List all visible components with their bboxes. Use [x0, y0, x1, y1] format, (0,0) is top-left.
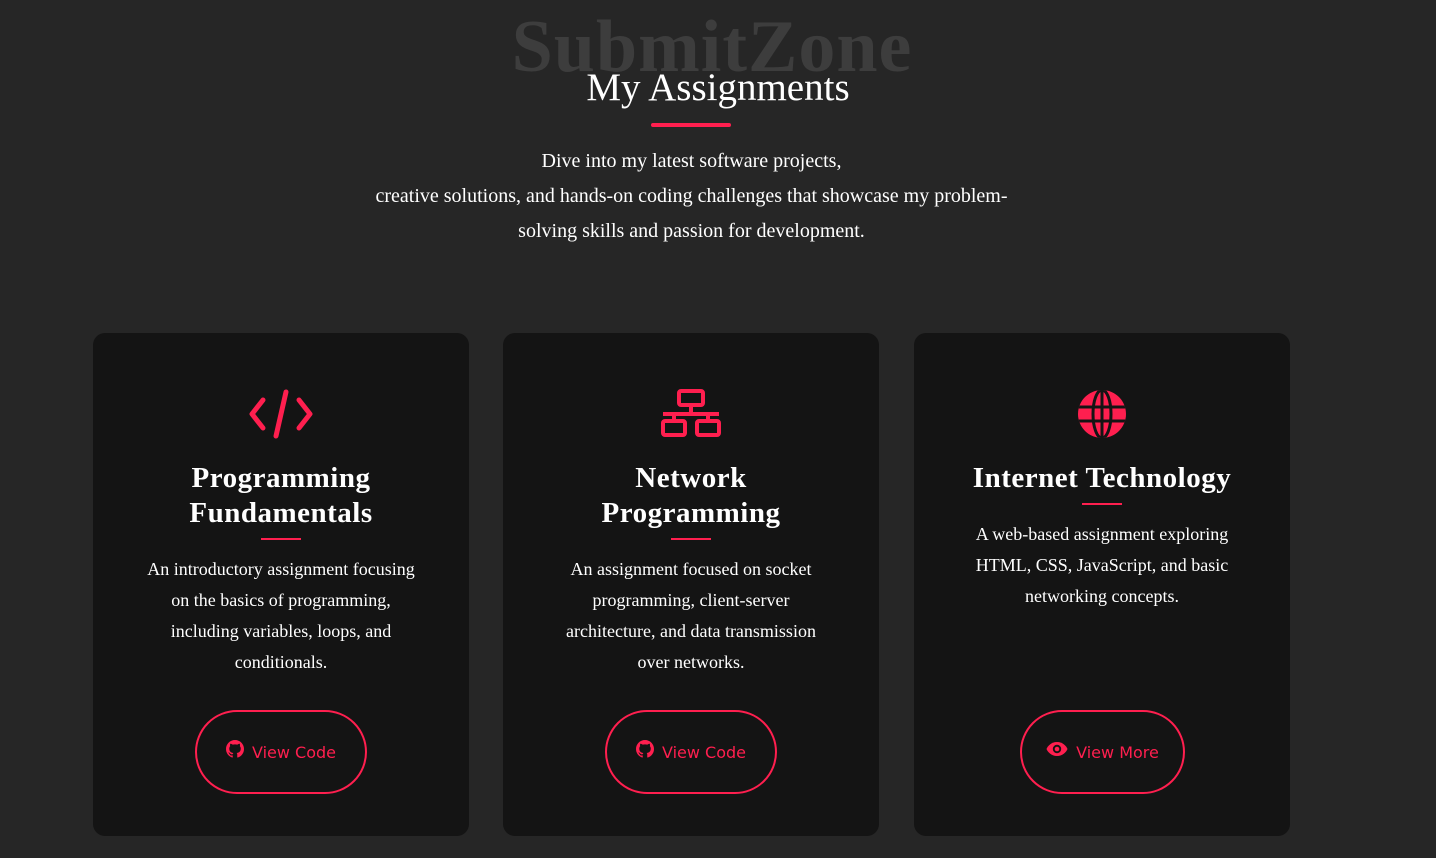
card-title-underline — [261, 538, 301, 540]
network-icon — [503, 388, 879, 440]
view-code-button[interactable]: View Code — [605, 710, 777, 794]
card-title: Internet Technology — [934, 461, 1270, 496]
card-title-line: Programming — [601, 497, 781, 529]
intro-line: solving skills and passion for developme… — [518, 220, 865, 242]
card-description-line: over networks. — [637, 652, 745, 672]
card-description-line: conditionals. — [234, 652, 328, 672]
page-title: My Assignments — [586, 66, 850, 109]
assignments-section: SubmitZone My Assignments Dive into my l… — [0, 0, 1436, 858]
card-description-line: HTML, CSS, JavaScript, and basic — [975, 555, 1229, 575]
button-label: View Code — [661, 742, 746, 762]
eye-icon — [1046, 741, 1068, 757]
title-underline — [651, 123, 731, 127]
card-title-line: Internet Technology — [972, 462, 1232, 494]
card-title-line: Fundamentals — [189, 497, 373, 529]
intro-line: creative solutions, and hands-on coding … — [375, 185, 1008, 207]
code-icon — [93, 388, 469, 440]
github-icon — [225, 740, 244, 758]
globe-icon — [914, 388, 1290, 440]
assignment-card-internet-technology: Internet Technology A web-based assignme… — [914, 333, 1290, 836]
card-description-line: including variables, loops, and — [170, 621, 392, 641]
card-description-line: networking concepts. — [1025, 586, 1179, 606]
card-description-line: architecture, and data transmission — [566, 621, 816, 641]
intro-text: Dive into my latest software projects, c… — [318, 144, 1065, 249]
card-description-line: An assignment focused on socket — [570, 559, 812, 579]
card-description-line: A web-based assignment exploring — [975, 524, 1229, 544]
assignment-card-network-programming: Network Programming An assignment focuse… — [503, 333, 879, 836]
card-description: An assignment focused on socket programm… — [543, 554, 839, 678]
card-title-line: Network — [635, 462, 747, 494]
card-title-line: Programming — [191, 462, 371, 494]
card-title: Network Programming — [523, 461, 859, 531]
card-title: Programming Fundamentals — [113, 461, 449, 531]
card-description: A web-based assignment exploring HTML, C… — [954, 519, 1250, 612]
card-description-line: on the basics of programming, — [171, 590, 391, 610]
github-icon — [635, 740, 654, 758]
view-more-button[interactable]: View More — [1020, 710, 1185, 794]
card-description: An introductory assignment focusing on t… — [133, 554, 429, 678]
assignment-card-programming-fundamentals: Programming Fundamentals An introductory… — [93, 333, 469, 836]
intro-line: Dive into my latest software projects, — [541, 150, 842, 172]
card-description-line: programming, client-server — [592, 590, 790, 610]
button-label: View Code — [251, 742, 336, 762]
card-title-underline — [671, 538, 711, 540]
card-description-line: An introductory assignment focusing — [147, 559, 415, 579]
view-code-button[interactable]: View Code — [195, 710, 367, 794]
card-title-underline — [1082, 503, 1122, 505]
button-label: View More — [1076, 742, 1159, 762]
